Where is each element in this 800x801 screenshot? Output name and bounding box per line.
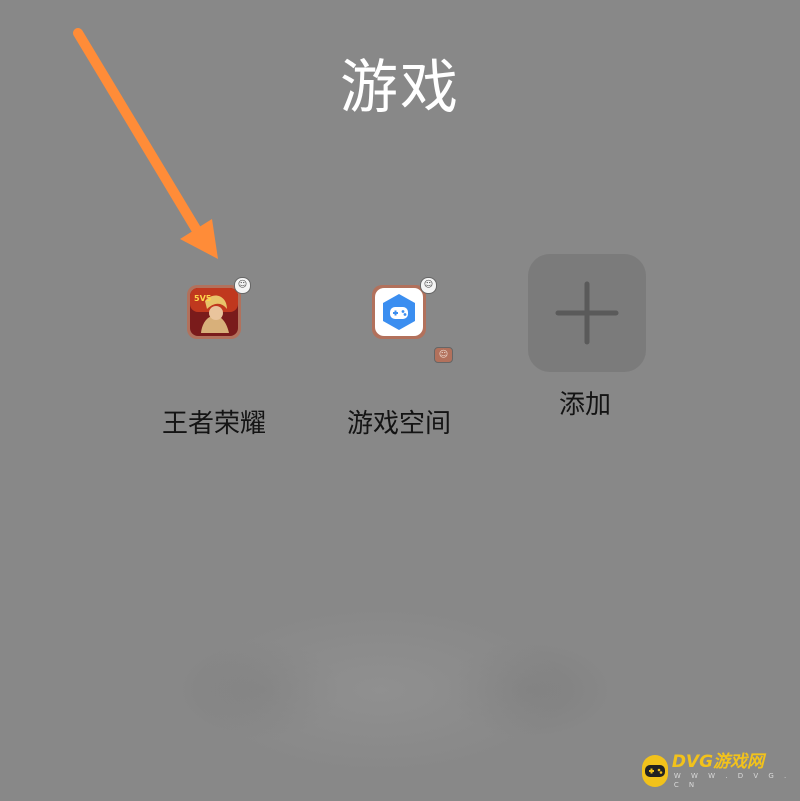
watermark-brand: DVG游戏网 <box>671 752 765 772</box>
dual-app-badge-icon: ☺ <box>234 277 251 294</box>
add-app-button[interactable]: 添加 <box>510 254 660 444</box>
plus-icon <box>555 281 619 345</box>
app-label: 王者荣耀 <box>161 409 266 439</box>
watermark-domain: W W W . D V G . C N <box>673 772 791 789</box>
app-label: 游戏空间 <box>346 409 451 439</box>
game-space-icon <box>372 285 426 339</box>
gamepad-logo-icon <box>642 755 668 787</box>
app-honor-of-kings[interactable]: 5V5 ☺ 王者荣耀 <box>139 273 289 443</box>
orange-arrow-annotation <box>73 28 218 259</box>
honor-of-kings-icon: 5V5 <box>187 285 241 339</box>
dual-app-badge-icon: ☺ <box>420 277 437 294</box>
secondary-badge-icon: ☺ <box>434 347 453 363</box>
app-game-space[interactable]: ☺ ☺ 游戏空间 <box>324 273 474 443</box>
add-tile <box>528 254 646 372</box>
app-label: 添加 <box>558 390 611 420</box>
watermark: DVG游戏网 W W W . D V G . C N <box>642 749 792 793</box>
svg-text:5V5: 5V5 <box>194 294 212 303</box>
